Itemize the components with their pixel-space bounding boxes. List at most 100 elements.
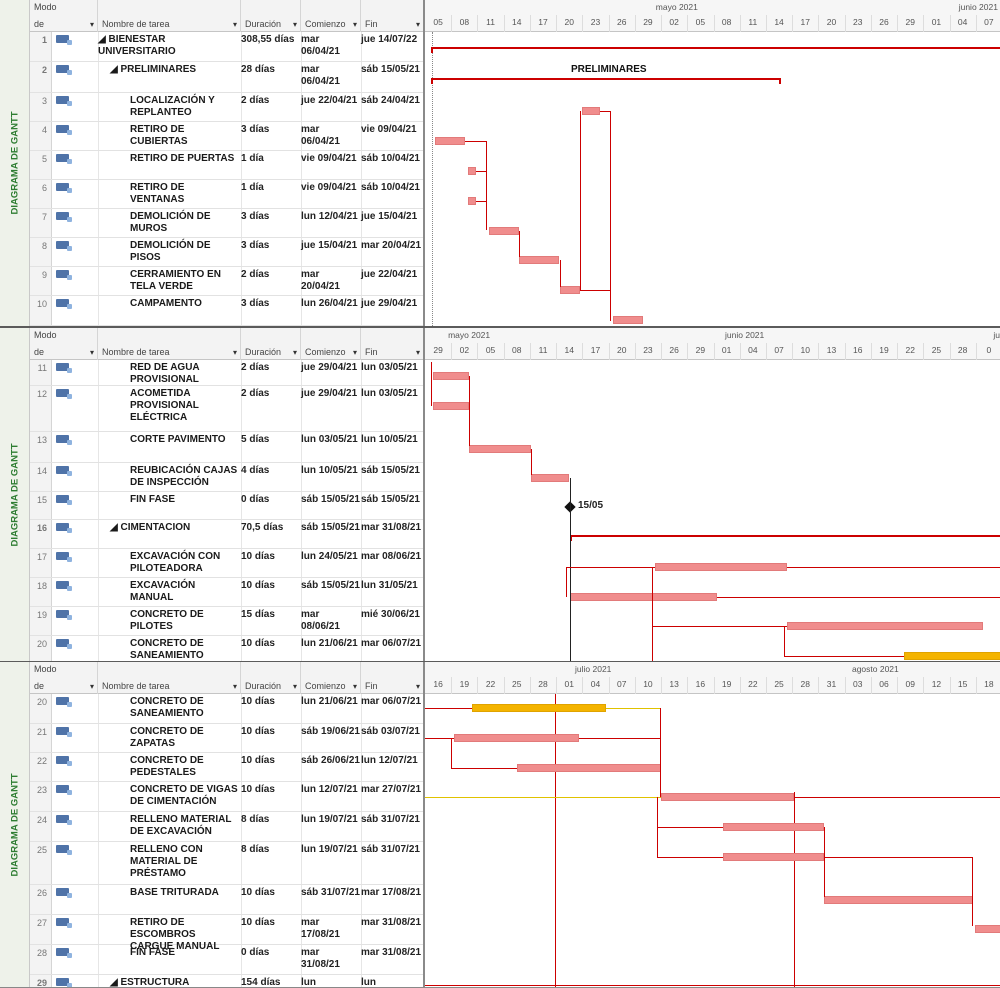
task-name[interactable]: CORTE PAVIMENTO — [98, 434, 241, 446]
task-name[interactable]: FIN FASE — [98, 494, 241, 506]
task-start[interactable]: lun — [301, 977, 361, 987]
row-id[interactable]: 7 — [30, 209, 52, 237]
task-name[interactable]: LOCALIZACIÓN Y REPLANTEO — [98, 95, 241, 119]
task-bar[interactable] — [435, 137, 465, 145]
task-finish[interactable]: sáb 03/07/21 — [361, 726, 423, 738]
column-header-mode[interactable]: Modo de ▾ — [30, 0, 98, 32]
task-start[interactable]: lun 24/05/21 — [301, 551, 361, 563]
view-side-label[interactable]: DIAGRAMA DE GANTT — [0, 0, 30, 326]
task-bar[interactable] — [433, 402, 469, 410]
task-start[interactable]: lun 10/05/21 — [301, 465, 361, 477]
table-row[interactable]: 22 CONCRETO DE PEDESTALES 10 días sáb 26/06… — [30, 753, 423, 782]
row-id[interactable]: 8 — [30, 238, 52, 266]
task-name[interactable]: CONCRETO DE VIGAS DE CIMENTACIÓN — [98, 784, 241, 808]
task-duration[interactable]: 5 días — [241, 434, 301, 446]
task-start[interactable]: mar 06/04/21 — [301, 64, 361, 88]
row-id[interactable]: 26 — [30, 885, 52, 914]
task-finish[interactable]: sáb 24/04/21 — [361, 95, 423, 107]
task-finish[interactable]: lun 12/07/21 — [361, 755, 423, 767]
task-bar[interactable] — [560, 286, 580, 294]
summary-bar-estructura[interactable] — [425, 985, 1000, 986]
task-finish[interactable]: vie 09/04/21 — [361, 124, 423, 136]
task-name[interactable]: ◢ PRELIMINARES — [98, 64, 241, 76]
task-name[interactable]: CAMPAMENTO — [98, 298, 241, 310]
task-start[interactable]: jue 29/04/21 — [301, 388, 361, 400]
task-start[interactable]: lun 21/06/21 — [301, 638, 361, 650]
task-start[interactable]: lun 26/04/21 — [301, 298, 361, 310]
chevron-down-icon[interactable]: ▾ — [353, 682, 357, 691]
task-name[interactable]: RELLENO CON MATERIAL DE PRÉSTAMO — [98, 844, 241, 880]
task-name[interactable]: RETIRO DE PUERTAS — [98, 153, 241, 165]
table-row[interactable]: 27 RETIRO DE ESCOMBROS CARGUE MANUAL 10 dí… — [30, 915, 423, 952]
row-id[interactable]: 12 — [30, 386, 52, 431]
task-bar[interactable] — [723, 853, 824, 861]
task-name[interactable]: CONCRETO DE SANEAMIENTO — [98, 638, 241, 662]
task-name[interactable]: BASE TRITURADA — [98, 887, 241, 899]
task-start[interactable]: mar 20/04/21 — [301, 269, 361, 293]
row-id[interactable]: 6 — [30, 180, 52, 208]
task-start[interactable]: sáb 15/05/21 — [301, 494, 361, 506]
task-bar[interactable] — [975, 925, 1000, 933]
task-start[interactable]: lun 19/07/21 — [301, 814, 361, 826]
table-row[interactable]: 24 RELLENO MATERIAL DE EXCAVACIÓN 8 días lu… — [30, 812, 423, 842]
task-duration[interactable]: 3 días — [241, 211, 301, 223]
column-header-start[interactable]: Comienzo ▾ — [301, 328, 361, 360]
summary-bar-bienestar[interactable] — [431, 47, 1000, 53]
chevron-down-icon[interactable]: ▾ — [233, 682, 237, 691]
row-id[interactable]: 1 — [30, 32, 52, 61]
row-id[interactable]: 20 — [30, 636, 52, 662]
row-id[interactable]: 4 — [30, 122, 52, 150]
task-duration[interactable]: 0 días — [241, 947, 301, 959]
task-name[interactable]: DEMOLICIÓN DE PISOS — [98, 240, 241, 264]
column-header-start[interactable]: Comienzo ▾ — [301, 662, 361, 694]
task-name[interactable]: CONCRETO DE ZAPATAS — [98, 726, 241, 750]
task-finish[interactable]: sáb 15/05/21 — [361, 494, 423, 506]
table-row[interactable]: 20 CONCRETO DE SANEAMIENTO 10 días lun 21/0… — [30, 636, 423, 662]
task-name[interactable]: ◢ BIENESTAR UNIVERSITARIO — [98, 34, 241, 58]
task-bar-critical[interactable] — [904, 652, 1000, 660]
row-id[interactable]: 16 — [30, 520, 52, 548]
task-start[interactable]: sáb 15/05/21 — [301, 580, 361, 592]
row-id[interactable]: 28 — [30, 945, 52, 974]
task-bar[interactable] — [468, 167, 476, 175]
table-row[interactable]: 14 REUBICACIÓN CAJAS DE INSPECCIÓN 4 días l… — [30, 463, 423, 492]
task-start[interactable]: sáb 31/07/21 — [301, 887, 361, 899]
task-duration[interactable]: 2 días — [241, 269, 301, 281]
task-bar[interactable] — [468, 197, 476, 205]
view-side-label[interactable]: DIAGRAMA DE GANTT — [0, 662, 30, 987]
task-start[interactable]: sáb 15/05/21 — [301, 522, 361, 534]
task-start[interactable]: mar 06/04/21 — [301, 34, 361, 58]
table-row[interactable]: 3 LOCALIZACIÓN Y REPLANTEO 2 días jue 22/04… — [30, 93, 423, 122]
task-name[interactable]: ◢ CIMENTACION — [98, 522, 241, 534]
table-row[interactable]: 4 RETIRO DE CUBIERTAS 3 días mar 06/04/21 vi… — [30, 122, 423, 151]
row-id[interactable]: 21 — [30, 724, 52, 752]
row-id[interactable]: 3 — [30, 93, 52, 121]
task-bar[interactable] — [824, 896, 973, 904]
task-finish[interactable]: mar 06/07/21 — [361, 638, 423, 650]
task-finish[interactable]: jue 15/04/21 — [361, 211, 423, 223]
task-finish[interactable]: mar 08/06/21 — [361, 551, 423, 563]
chevron-down-icon[interactable]: ▾ — [416, 20, 420, 29]
chevron-down-icon[interactable]: ▾ — [90, 20, 94, 29]
task-duration[interactable]: 10 días — [241, 726, 301, 738]
row-id[interactable]: 14 — [30, 463, 52, 491]
task-duration[interactable]: 3 días — [241, 298, 301, 310]
chevron-down-icon[interactable]: ▾ — [233, 348, 237, 357]
row-id[interactable]: 15 — [30, 492, 52, 519]
chevron-down-icon[interactable]: ▾ — [233, 20, 237, 29]
task-duration[interactable]: 1 día — [241, 182, 301, 194]
task-finish[interactable]: sáb 10/04/21 — [361, 182, 423, 194]
task-duration[interactable]: 4 días — [241, 465, 301, 477]
task-finish[interactable]: lun 31/05/21 — [361, 580, 423, 592]
column-header-mode[interactable]: Modo de ▾ — [30, 662, 98, 694]
table-row[interactable]: 17 EXCAVACIÓN CON PILOTEADORA 10 días lun 2… — [30, 549, 423, 578]
task-finish[interactable]: mar 20/04/21 — [361, 240, 423, 252]
table-row[interactable]: 20 CONCRETO DE SANEAMIENTO 10 días lun 21/0… — [30, 694, 423, 724]
table-row[interactable]: 19 CONCRETO DE PILOTES 15 días mar 08/06/21… — [30, 607, 423, 636]
task-bar[interactable] — [723, 823, 824, 831]
task-duration[interactable]: 10 días — [241, 638, 301, 650]
task-finish[interactable]: sáb 15/05/21 — [361, 64, 423, 76]
column-header-name[interactable]: Nombre de tarea ▾ — [98, 662, 241, 694]
task-finish[interactable]: mié 30/06/21 — [361, 609, 423, 621]
task-finish[interactable]: lun 10/05/21 — [361, 434, 423, 446]
